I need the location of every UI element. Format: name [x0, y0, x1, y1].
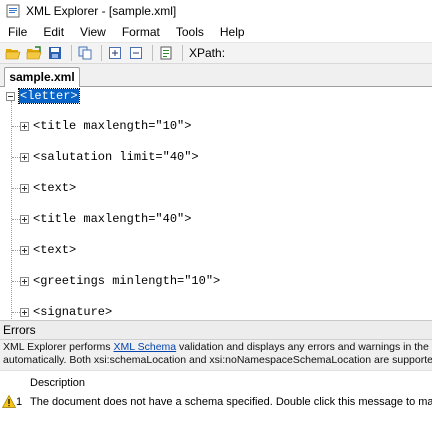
toolbar-separator	[71, 45, 72, 61]
open-recent-icon[interactable]	[25, 44, 43, 62]
warning-icon	[1, 394, 17, 408]
error-row-number: 1	[16, 396, 23, 408]
tree-node-label: <letter>	[18, 88, 80, 104]
menu-help[interactable]: Help	[212, 25, 253, 39]
xml-schema-link[interactable]: XML Schema	[113, 341, 176, 353]
tree-node[interactable]: <text>	[20, 180, 76, 196]
expand-node-icon[interactable]	[20, 276, 29, 286]
menu-bar: File Edit View Format Tools Help	[0, 22, 432, 42]
expand-node-icon[interactable]	[20, 183, 29, 193]
menu-edit[interactable]: Edit	[35, 25, 72, 39]
errors-panel-header: Errors	[0, 320, 432, 340]
errors-desc-text: validation and displays any errors and w…	[179, 341, 432, 353]
tree-node-label: <greetings minlength="10">	[33, 274, 221, 288]
expand-node-icon[interactable]	[20, 307, 29, 317]
tree-node-label: <text>	[33, 181, 77, 195]
tree-node[interactable]: <greetings minlength="10">	[20, 273, 220, 289]
xml-tree-view[interactable]: <letter> <title maxlength="10"> <salutat…	[0, 87, 432, 320]
tree-node-label: <signature>	[33, 305, 113, 319]
tree-node-label: <title maxlength="10">	[33, 119, 192, 133]
menu-file[interactable]: File	[0, 25, 35, 39]
column-header-description[interactable]: Description	[30, 374, 85, 392]
tree-node[interactable]: <title maxlength="10">	[20, 118, 191, 134]
errors-description-line1: XML Explorer performs XML Schema validat…	[3, 341, 432, 354]
xpath-label: XPath:	[189, 46, 226, 60]
toolbar: XPath:	[0, 42, 432, 64]
errors-list-header: Description	[0, 374, 432, 392]
tree-node[interactable]: <signature>	[20, 304, 112, 320]
errors-description: XML Explorer performs XML Schema validat…	[0, 340, 432, 370]
tree-node-label: <salutation limit="40">	[33, 150, 199, 164]
toolbar-separator	[182, 45, 183, 61]
app-icon	[6, 4, 20, 18]
expand-node-icon[interactable]	[20, 152, 29, 162]
menu-format[interactable]: Format	[114, 25, 168, 39]
tree-node[interactable]: <text>	[20, 242, 76, 258]
tree-node-label: <title maxlength="40">	[33, 212, 192, 226]
window-title: XML Explorer - [sample.xml]	[26, 4, 177, 18]
collapse-node-icon[interactable]	[6, 91, 15, 101]
error-row[interactable]: 1 The document does not have a schema sp…	[0, 393, 432, 411]
collapse-all-icon[interactable]	[127, 44, 145, 62]
copy-icon[interactable]	[76, 44, 94, 62]
menu-tools[interactable]: Tools	[168, 25, 212, 39]
title-bar: XML Explorer - [sample.xml]	[0, 0, 432, 22]
tree-guide-line	[11, 101, 12, 320]
tree-node-root[interactable]: <letter>	[6, 88, 80, 104]
errors-desc-text: XML Explorer performs	[3, 341, 114, 353]
toolbar-separator	[101, 45, 102, 61]
menu-view[interactable]: View	[72, 25, 114, 39]
expand-all-icon[interactable]	[106, 44, 124, 62]
schema-icon[interactable]	[157, 44, 175, 62]
save-icon[interactable]	[46, 44, 64, 62]
toolbar-separator	[152, 45, 153, 61]
expand-node-icon[interactable]	[20, 121, 29, 131]
errors-list: Description 1 The document does not have…	[0, 370, 432, 421]
errors-description-line2: automatically. Both xsi:schemaLocation a…	[3, 354, 432, 366]
tree-node-label: <text>	[33, 243, 77, 257]
tree-node[interactable]: <title maxlength="40">	[20, 211, 191, 227]
tab-strip: sample.xml	[0, 64, 432, 87]
tree-node[interactable]: <salutation limit="40">	[20, 149, 199, 165]
expand-node-icon[interactable]	[20, 214, 29, 224]
tab-sample-xml[interactable]: sample.xml	[4, 67, 80, 87]
open-folder-icon[interactable]	[4, 44, 22, 62]
error-row-description: The document does not have a schema spec…	[30, 396, 432, 408]
expand-node-icon[interactable]	[20, 245, 29, 255]
